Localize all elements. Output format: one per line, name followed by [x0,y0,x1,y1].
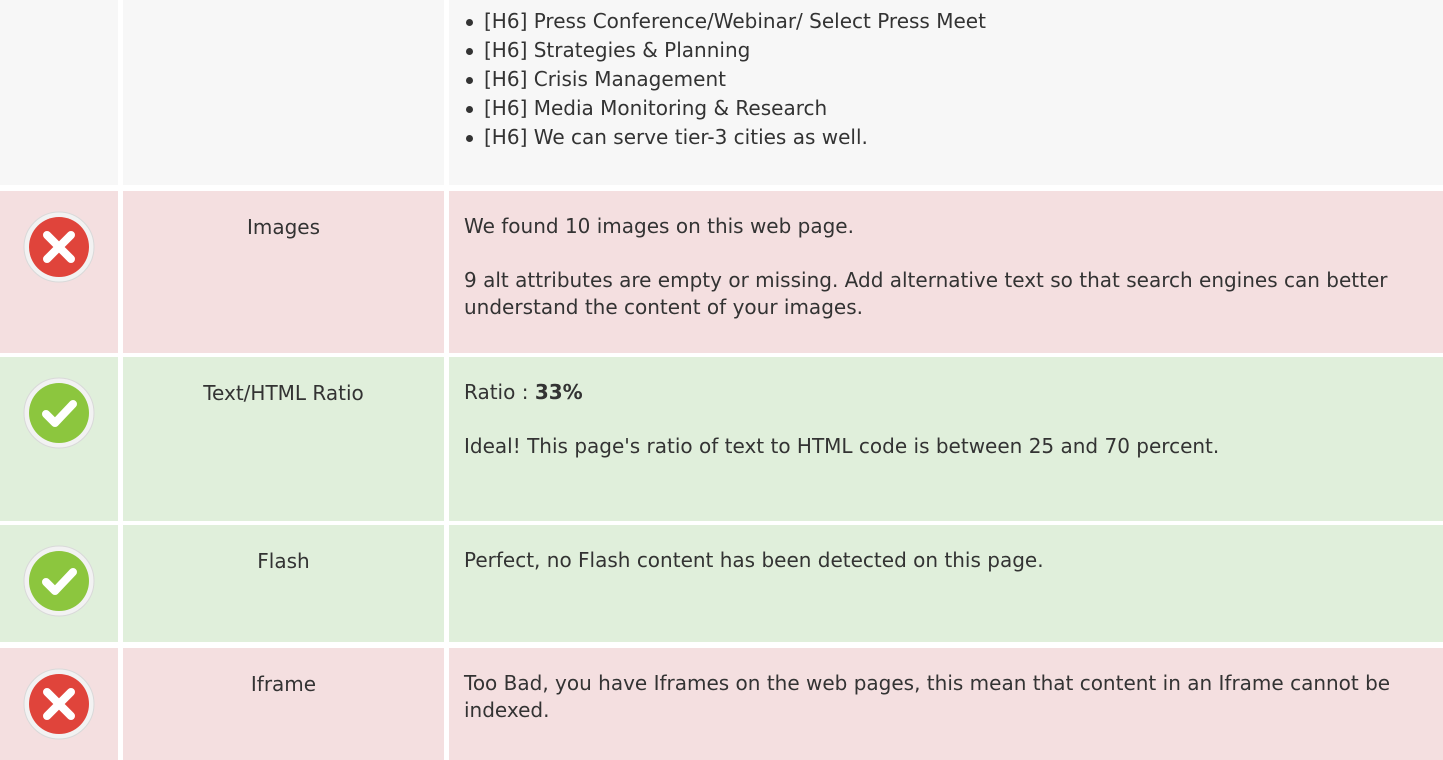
heading-item: [H6] Media Monitoring & Research [466,94,986,123]
error-x-icon [23,668,95,740]
error-x-icon [23,211,95,283]
ratio-name-cell: Text/HTML Ratio [123,357,444,521]
flash-row: Flash Perfect, no Flash content has been… [0,525,1443,642]
check-icon [23,377,95,449]
flash-description: Perfect, no Flash content has been detec… [464,547,1403,574]
ratio-explanation: Ideal! This page's ratio of text to HTML… [464,434,1220,458]
headings-status-cell [0,0,118,185]
heading-item: [H6] We can serve tier-3 cities as well. [466,123,986,152]
ratio-desc-cell: Ratio : 33% Ideal! This page's ratio of … [449,357,1443,521]
images-count-text: We found 10 images on this web page. [464,214,854,238]
check-icon [23,545,95,617]
iframe-desc-cell: Too Bad, you have Iframes on the web pag… [449,648,1443,760]
heading-item: [H6] Strategies & Planning [466,36,986,65]
images-status-cell [0,191,118,353]
headings-row: [H6] Press Conference/Webinar/ Select Pr… [0,0,1443,185]
ratio-label: Ratio : [464,380,535,404]
ratio-line: Ratio : 33% [464,379,1403,406]
flash-status-cell [0,525,118,642]
iframe-title: Iframe [250,672,317,696]
heading-item: [H6] Crisis Management [466,65,986,94]
headings-desc-cell: [H6] Press Conference/Webinar/ Select Pr… [449,0,1443,185]
flash-name-cell: Flash [123,525,444,642]
flash-desc-cell: Perfect, no Flash content has been detec… [449,525,1443,642]
ratio-description: Ratio : 33% Ideal! This page's ratio of … [464,379,1403,460]
iframe-row: Iframe Too Bad, you have Iframes on the … [0,648,1443,760]
heading-item: [H6] Press Conference/Webinar/ Select Pr… [466,7,986,36]
images-alt-text: 9 alt attributes are empty or missing. A… [464,268,1388,319]
iframe-name-cell: Iframe [123,648,444,760]
ratio-status-cell [0,357,118,521]
flash-title: Flash [257,549,310,573]
images-name-cell: Images [123,191,444,353]
headings-name-cell [123,0,444,185]
iframe-description: Too Bad, you have Iframes on the web pag… [464,670,1403,724]
iframe-status-cell [0,648,118,760]
images-row: Images We found 10 images on this web pa… [0,191,1443,353]
images-description: We found 10 images on this web page. 9 a… [464,213,1403,321]
ratio-title: Text/HTML Ratio [203,381,364,405]
ratio-value: 33% [534,380,583,404]
iframe-text: Too Bad, you have Iframes on the web pag… [464,671,1391,722]
headings-list: [H6] Press Conference/Webinar/ Select Pr… [464,7,986,152]
images-title: Images [246,215,321,239]
images-desc-cell: We found 10 images on this web page. 9 a… [449,191,1443,353]
ratio-row: Text/HTML Ratio Ratio : 33% Ideal! This … [0,357,1443,521]
flash-text: Perfect, no Flash content has been detec… [464,548,1044,572]
